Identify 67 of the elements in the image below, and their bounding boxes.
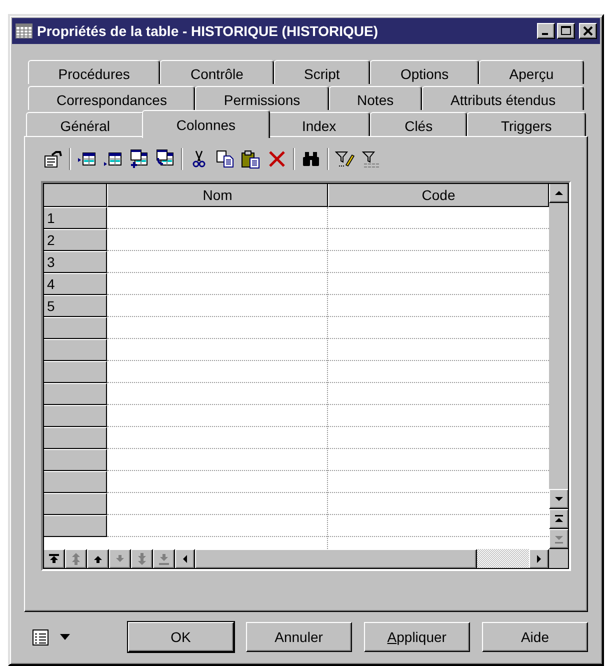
tab[interactable]: Index (268, 112, 370, 136)
tab[interactable]: Contrôle (160, 60, 274, 84)
caret-icon (60, 634, 70, 640)
tab[interactable]: Correspondances (28, 86, 196, 110)
minimize-icon (542, 33, 548, 35)
add-rows-icon[interactable] (129, 149, 149, 169)
scroll-left-button[interactable] (175, 549, 195, 569)
row-header[interactable] (43, 317, 107, 339)
up-triangle-icon (554, 190, 564, 196)
filter-icon[interactable] (361, 149, 381, 169)
tab[interactable]: Clés (370, 112, 467, 136)
scroll-up-button[interactable] (549, 183, 569, 203)
right-triangle-icon (536, 554, 542, 564)
tab[interactable]: Permissions (195, 86, 329, 110)
minimize-button[interactable] (537, 23, 555, 39)
row-header[interactable] (43, 383, 107, 405)
row-header[interactable]: 5 (43, 295, 107, 317)
column-header[interactable]: Code (328, 183, 549, 207)
tab[interactable]: Options (370, 60, 479, 84)
tab[interactable]: Script (274, 60, 370, 84)
dialog-button[interactable]: Annuler (246, 622, 352, 652)
row-header[interactable] (43, 493, 107, 515)
tab[interactable]: Attributs étendus (422, 86, 584, 110)
copy-icon[interactable] (215, 149, 235, 169)
delete-icon[interactable] (267, 149, 287, 169)
scroll-right-button[interactable] (529, 549, 549, 569)
row-header[interactable] (43, 339, 107, 361)
row-header[interactable] (43, 427, 107, 449)
binoculars-icon[interactable] (301, 149, 321, 169)
left-triangle-icon (182, 554, 188, 564)
filter-edit-icon[interactable] (335, 149, 355, 169)
tab[interactable]: Colonnes (142, 110, 270, 138)
row-header[interactable] (43, 405, 107, 427)
paste-icon[interactable] (241, 149, 261, 169)
scroll-top-button[interactable] (549, 509, 569, 529)
tab[interactable]: Notes (328, 86, 422, 110)
vertical-scrollbar[interactable] (549, 183, 569, 549)
tab[interactable]: Général (26, 112, 144, 136)
close-button[interactable] (579, 23, 597, 39)
dialog-button[interactable]: Aide (482, 622, 588, 652)
row-header[interactable] (43, 471, 107, 493)
dialog-button[interactable]: Appliquer (364, 622, 470, 652)
scroll-thumb[interactable] (195, 549, 477, 569)
maximize-button[interactable] (557, 23, 575, 39)
list-icon (32, 628, 50, 646)
tab[interactable]: Aperçu (479, 60, 584, 84)
column-header[interactable]: Nom (107, 183, 328, 207)
table-icon (15, 23, 33, 39)
row-header[interactable]: 4 (43, 273, 107, 295)
close-icon (583, 26, 593, 36)
scroll-bottom-icon (554, 534, 564, 544)
down-triangle-icon (554, 496, 564, 502)
tab[interactable]: Triggers (466, 112, 586, 136)
tab[interactable]: Procédures (28, 60, 160, 84)
row-header[interactable]: 2 (43, 229, 107, 251)
scroll-down-button[interactable] (549, 489, 569, 509)
dialog-button[interactable]: OK (128, 622, 234, 652)
scroll-top-icon (554, 514, 564, 524)
row-header[interactable] (43, 361, 107, 383)
row-header[interactable] (43, 515, 107, 537)
window-title: Propriétés de la table - HISTORIQUE (HISTORIQUE) (37, 23, 379, 39)
row-header[interactable]: 1 (43, 207, 107, 229)
properties-icon[interactable] (43, 149, 63, 169)
row-header[interactable]: 3 (43, 251, 107, 273)
maximize-icon (561, 26, 571, 36)
scroll-bottom-button[interactable] (549, 529, 569, 549)
row-header[interactable] (43, 449, 107, 471)
